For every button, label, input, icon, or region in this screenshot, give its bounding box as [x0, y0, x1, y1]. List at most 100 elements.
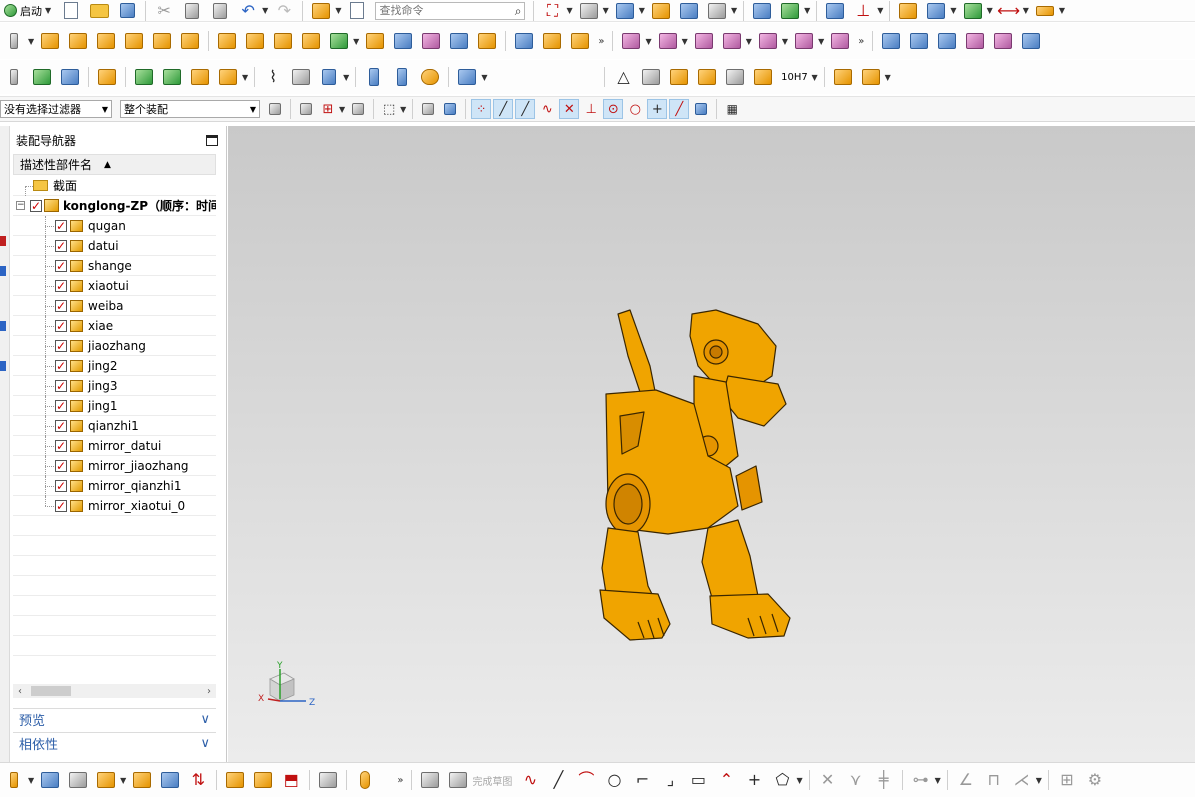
resource-tab-marker[interactable]: [0, 361, 6, 371]
tree-row-root-assembly[interactable]: − ✓ konglong-ZP（顺序：时间: [13, 196, 216, 216]
snap-center-button[interactable]: ⊙: [603, 99, 624, 119]
command-search-field[interactable]: ⌕: [375, 1, 526, 20]
layer-settings-button[interactable]: [823, 0, 847, 22]
analysis-button[interactable]: [896, 0, 920, 22]
link-chain-button[interactable]: [353, 769, 377, 791]
collapse-toggle-icon[interactable]: −: [16, 201, 25, 210]
sketch-dropdown[interactable]: ▼: [28, 37, 34, 46]
snap-on-surface-button[interactable]: [691, 99, 711, 119]
tree-row-part[interactable]: ✓ jing1: [13, 396, 216, 416]
visibility-checkbox[interactable]: ✓: [55, 359, 67, 372]
visibility-checkbox[interactable]: ✓: [55, 279, 67, 292]
visibility-checkbox[interactable]: ✓: [55, 419, 67, 432]
orient-view-button[interactable]: [577, 0, 601, 22]
new-component-dropdown[interactable]: ▼: [682, 37, 688, 46]
arc-button[interactable]: ⌒: [574, 769, 598, 791]
preview-panel-header[interactable]: 预览 ∨: [13, 708, 216, 730]
point-button[interactable]: +: [742, 769, 766, 791]
dimension-dropdown[interactable]: ▼: [1023, 6, 1029, 15]
extrude-button[interactable]: [38, 30, 62, 52]
show-constraints-button[interactable]: ⋌: [1010, 769, 1034, 791]
background-button[interactable]: [705, 0, 729, 22]
sketch-button[interactable]: [2, 30, 26, 52]
datum-feature-button[interactable]: [667, 66, 691, 88]
open-file-button[interactable]: [87, 0, 111, 22]
layer-stack-button[interactable]: [30, 66, 54, 88]
snap-arc-center-button[interactable]: ⊥: [581, 99, 601, 119]
show-parent-button[interactable]: [188, 66, 212, 88]
array-button[interactable]: [271, 30, 295, 52]
ruler-button[interactable]: [1033, 0, 1057, 22]
visibility-checkbox[interactable]: ✓: [30, 199, 42, 212]
resource-tab-marker[interactable]: [0, 266, 6, 276]
wave-geometry-button[interactable]: [223, 769, 247, 791]
make-corner-button[interactable]: ╪: [872, 769, 896, 791]
select-in-group-button[interactable]: [348, 99, 368, 119]
visibility-checkbox[interactable]: ✓: [55, 439, 67, 452]
tree-row-part[interactable]: ✓ mirror_qianzhi1: [13, 476, 216, 496]
quick-pick-button[interactable]: ▦: [722, 99, 742, 119]
visibility-checkbox[interactable]: ✓: [55, 339, 67, 352]
quick-trim-button[interactable]: ✕: [816, 769, 840, 791]
fillet-button[interactable]: ⌐: [630, 769, 654, 791]
orient-view-dropdown[interactable]: ▼: [603, 6, 609, 15]
add-component-button[interactable]: [619, 30, 643, 52]
finish-sketch-label[interactable]: 完成草图: [472, 773, 512, 788]
snap-endpoint-button[interactable]: ╱: [493, 99, 514, 119]
selection-intent-dropdown[interactable]: ▼: [339, 105, 345, 114]
block-button[interactable]: [94, 30, 118, 52]
finish-sketch-flag-button[interactable]: [446, 769, 470, 791]
visibility-checkbox[interactable]: ✓: [55, 479, 67, 492]
command-finder-button[interactable]: [345, 0, 369, 22]
select-box-button[interactable]: ⬚: [379, 99, 399, 119]
add-component-dropdown[interactable]: ▼: [645, 37, 651, 46]
hole-button[interactable]: [215, 30, 239, 52]
filter-options-button[interactable]: [265, 99, 285, 119]
simulation-dropdown[interactable]: ▼: [987, 6, 993, 15]
offset-face-button[interactable]: [419, 30, 443, 52]
dependencies-panel-header[interactable]: 相依性 ∨: [13, 732, 216, 754]
bridge-surface-button[interactable]: [1019, 30, 1043, 52]
scrollbar-thumb[interactable]: [31, 686, 71, 696]
resource-tab-marker[interactable]: [0, 321, 6, 331]
scroll-right-icon[interactable]: ›: [202, 686, 216, 697]
scroll-left-icon[interactable]: ‹: [13, 686, 27, 697]
graphics-viewport[interactable]: Y Z X: [228, 126, 1195, 762]
make-displayed-button[interactable]: [132, 66, 156, 88]
more-overflow-icon[interactable]: »: [397, 775, 403, 786]
select-faces-button[interactable]: [440, 99, 460, 119]
table-note-button[interactable]: [639, 66, 663, 88]
snap-intersection-button[interactable]: ✕: [559, 99, 580, 119]
limits-fits-dropdown[interactable]: ▼: [811, 73, 817, 82]
gear-button[interactable]: [418, 66, 442, 88]
render-style-button[interactable]: [613, 0, 637, 22]
exploded-view-dropdown[interactable]: ▼: [818, 37, 824, 46]
snap-existing-point-button[interactable]: +: [647, 99, 668, 119]
constraint-dropdown[interactable]: ▼: [804, 6, 810, 15]
tree-row-part[interactable]: ✓ xiaotui: [13, 276, 216, 296]
visibility-checkbox[interactable]: ✓: [55, 499, 67, 512]
cut-button[interactable]: ✂: [152, 0, 176, 22]
sketch-dimension-button[interactable]: ⊶: [909, 769, 933, 791]
visibility-checkbox[interactable]: ✓: [55, 459, 67, 472]
sphere-button[interactable]: [150, 30, 174, 52]
edge-blend-button[interactable]: [512, 30, 536, 52]
wcs-button[interactable]: ⊥: [851, 0, 875, 22]
pattern-button[interactable]: [243, 30, 267, 52]
robot-dinosaur-model[interactable]: [598, 306, 798, 646]
through-curves-button[interactable]: [907, 30, 931, 52]
linker-button[interactable]: [251, 769, 275, 791]
limits-fits-button[interactable]: 10H7: [779, 66, 809, 88]
table-button[interactable]: [317, 66, 341, 88]
line-button[interactable]: ╱: [546, 769, 570, 791]
add-feature-button[interactable]: [94, 769, 118, 791]
make-symmetric-button[interactable]: ⊓: [982, 769, 1006, 791]
add-feature-dropdown[interactable]: ▼: [120, 776, 126, 785]
general-selection-button[interactable]: [296, 99, 316, 119]
clip-section-button[interactable]: [677, 0, 701, 22]
snap-fit-button[interactable]: ⇅: [186, 769, 210, 791]
tree-row-part[interactable]: ✓ mirror_jiaozhang: [13, 456, 216, 476]
edit-section-button[interactable]: [649, 0, 673, 22]
assembly-button[interactable]: [831, 66, 855, 88]
face-blend-button[interactable]: [568, 30, 592, 52]
